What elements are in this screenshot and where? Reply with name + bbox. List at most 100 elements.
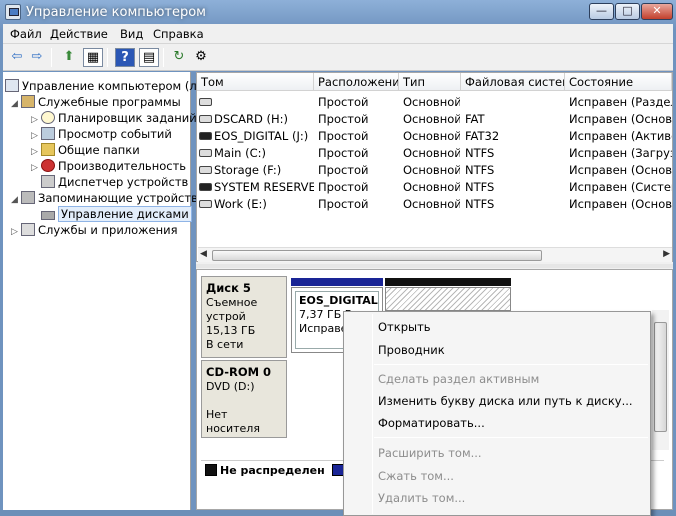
legend-unallocated: Не распределен [220, 464, 325, 477]
cell-text: Work (E:) [214, 197, 267, 211]
table-row[interactable]: DSCARD (H:) Простой Основной FAT Исправен (О… [197, 111, 672, 128]
table-cell-status: Исправен (Основной [569, 162, 672, 179]
disk5-name: Диск 5 [206, 281, 251, 295]
collapse-icon[interactable]: ◢ [11, 96, 21, 112]
computer-management-icon [5, 4, 21, 20]
table-cell-layout: Простой [318, 196, 398, 213]
settings-icon[interactable]: ⚙ [191, 48, 211, 67]
menu-separator [374, 364, 648, 365]
table-row[interactable]: Work (E:) Простой Основной NTFS Исправен (Ос… [197, 196, 672, 213]
tree-item-storage[interactable]: ◢ Запоминающие устройства [11, 190, 205, 206]
column-header-filesystem[interactable]: Файловая система [461, 73, 565, 91]
title-bar[interactable]: Управление компьютером — □ ✕ [0, 0, 676, 24]
cell-text: Исправен (Раздел в [569, 95, 672, 109]
column-header-volume[interactable]: Том [197, 73, 314, 91]
expand-icon[interactable]: ▷ [31, 160, 41, 176]
toolbar: ⇦ ⇨ ⬆ ▦ ? ▤ ↻ ⚙ [3, 44, 673, 71]
clock-icon [41, 111, 55, 124]
horizontal-scrollbar[interactable]: ◀ ▶ [198, 247, 672, 262]
volume-list: Том Расположение Тип Файловая система Со… [196, 72, 673, 262]
menu-item-delete[interactable]: Удалить том... [378, 491, 465, 505]
up-folder-icon[interactable]: ⬆ [59, 48, 79, 67]
tree-item-events[interactable]: ▷ Просмотр событий [31, 126, 172, 142]
menu-item-mark-active[interactable]: Сделать раздел активным [378, 372, 539, 386]
table-cell-layout: Простой [318, 145, 398, 162]
toolbar-separator [107, 48, 108, 67]
cdrom-name: CD-ROM 0 [206, 365, 272, 379]
tree-item-disk-management[interactable]: Управление дисками [41, 206, 192, 222]
storage-icon [21, 191, 35, 204]
vertical-scrollbar[interactable] [652, 310, 669, 450]
menu-item-explorer[interactable]: Проводник [378, 343, 445, 357]
forward-icon[interactable]: ⇨ [27, 48, 47, 67]
tree-item-utilities[interactable]: ◢ Служебные программы [11, 94, 181, 110]
minimize-button[interactable]: — [589, 3, 614, 20]
back-icon[interactable]: ⇦ [7, 48, 27, 67]
show-tree-icon[interactable]: ▦ [83, 48, 103, 67]
disk5-info[interactable]: Диск 5 Съемное устрой 15,13 ГБ В сети [201, 276, 287, 358]
cell-text: Основной [403, 146, 460, 160]
table-cell-status: Исправен (Система, [569, 179, 672, 196]
menu-item-change-letter[interactable]: Изменить букву диска или путь к диску... [378, 394, 633, 408]
close-button[interactable]: ✕ [641, 3, 673, 20]
cell-text: DSCARD (H:) [214, 112, 289, 126]
menu-action[interactable]: Действие [50, 27, 108, 41]
table-cell-fs: NTFS [465, 196, 563, 213]
menu-file[interactable]: Файл [10, 27, 42, 41]
partition-unallocated[interactable] [385, 287, 511, 311]
refresh-icon[interactable]: ↻ [169, 48, 189, 67]
help-icon[interactable]: ? [115, 48, 135, 67]
menu-help[interactable]: Справка [153, 27, 204, 41]
pane-splitter[interactable] [196, 264, 673, 268]
properties-icon[interactable]: ▤ [139, 48, 159, 67]
scrollbar-thumb[interactable] [654, 322, 667, 432]
tree-item-shared[interactable]: ▷ Общие папки [31, 142, 140, 158]
cell-text: Исправен (Основной [569, 112, 672, 126]
maximize-button[interactable]: □ [615, 3, 640, 20]
scroll-left-icon[interactable]: ◀ [200, 249, 207, 259]
menu-view[interactable]: Вид [120, 27, 143, 41]
tree-item-performance[interactable]: ▷ Производительность [31, 158, 186, 174]
cdrom-drive: DVD (D:) [206, 380, 255, 393]
column-header-type[interactable]: Тип [399, 73, 461, 91]
scroll-right-icon[interactable]: ▶ [663, 249, 670, 259]
toolbar-separator [163, 48, 164, 67]
cell-text: Простой [318, 197, 369, 211]
tree-item-services[interactable]: ▷ Службы и приложения [11, 222, 178, 238]
cdrom-info[interactable]: CD-ROM 0 DVD (D:) Нет носителя [201, 360, 287, 438]
table-row[interactable]: SYSTEM RESERVED Простой Основной NTFS Исправ… [197, 179, 672, 196]
table-cell-layout: Простой [318, 128, 398, 145]
menu-item-format[interactable]: Форматировать... [378, 416, 485, 430]
tree-item-root[interactable]: Управление компьютером (лока [5, 78, 218, 94]
column-header-layout[interactable]: Расположение [314, 73, 399, 91]
cell-text: Основной [403, 163, 460, 177]
device-manager-icon [41, 175, 55, 188]
volume-icon [199, 115, 212, 123]
table-cell-name: SYSTEM RESERVED [199, 179, 314, 196]
menu-item-shrink[interactable]: Сжать том... [378, 469, 454, 483]
services-icon [21, 223, 35, 236]
cell-text: FAT [465, 112, 485, 126]
toolbar-separator [51, 48, 52, 67]
tree-item-scheduler[interactable]: ▷ Планировщик заданий [31, 110, 197, 126]
expand-icon[interactable]: ▷ [11, 224, 21, 240]
cell-text: NTFS [465, 197, 495, 211]
column-header-status[interactable]: Состояние [565, 73, 672, 91]
table-row[interactable]: Простой Основной Исправен (Раздел в [197, 94, 672, 111]
cell-text: Простой [318, 180, 369, 194]
table-cell-name: Work (E:) [199, 196, 314, 213]
menu-item-extend[interactable]: Расширить том... [378, 446, 482, 460]
menu-gutter [372, 314, 373, 514]
table-row[interactable]: EOS_DIGITAL (J:) Простой Основной FAT32 Испр… [197, 128, 672, 145]
disk5-size: 15,13 ГБ [206, 324, 256, 337]
cell-text: NTFS [465, 146, 495, 160]
cell-text: Простой [318, 163, 369, 177]
tree-item-device-manager[interactable]: Диспетчер устройств [41, 174, 188, 190]
cell-text: Исправен (Система, [569, 180, 672, 194]
scrollbar-thumb[interactable] [212, 250, 542, 261]
table-row[interactable]: Storage (F:) Простой Основной NTFS Исправен … [197, 162, 672, 179]
table-row[interactable]: Main (C:) Простой Основной NTFS Исправен (За… [197, 145, 672, 162]
table-cell-type: Основной [403, 179, 460, 196]
collapse-icon[interactable]: ◢ [11, 192, 21, 208]
menu-item-open[interactable]: Открыть [378, 320, 431, 334]
